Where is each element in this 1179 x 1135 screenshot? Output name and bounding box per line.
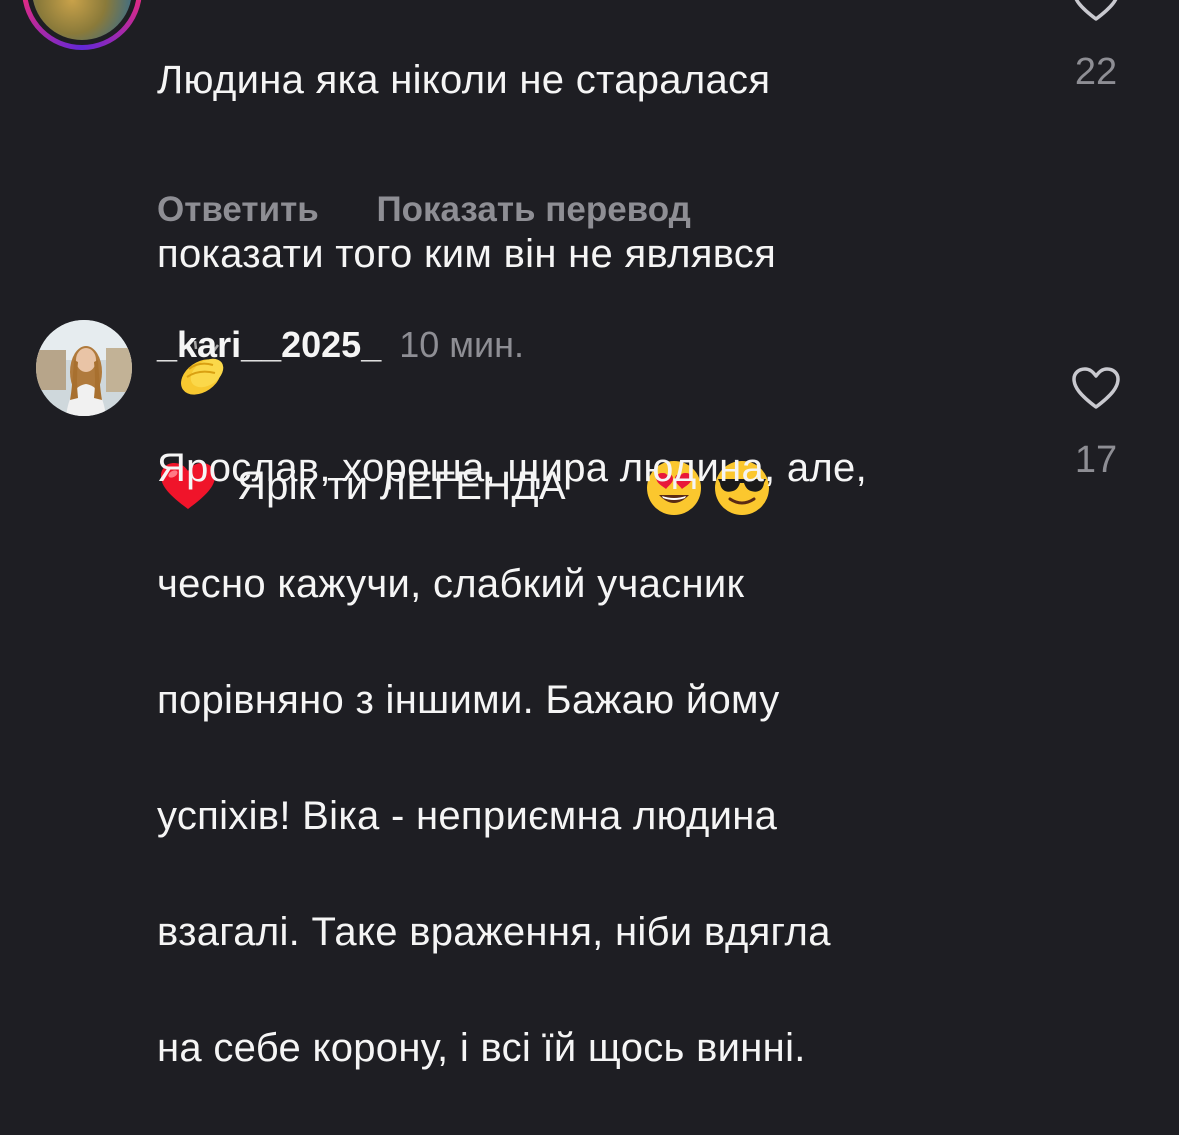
show-translation-button[interactable]: Показать перевод	[376, 190, 690, 229]
username[interactable]: _kari__2025_	[157, 324, 381, 365]
avatar-photo-icon	[36, 320, 132, 416]
comment-meta: _kari__2025_ 10 мин.	[157, 324, 524, 366]
comment-line: показати того ким він не являвся	[157, 232, 777, 276]
comment-line: порівняно з іншими. Бажаю йому	[157, 678, 780, 722]
like-group: 17	[1068, 366, 1124, 482]
like-count: 17	[1074, 439, 1118, 481]
like-count: 22	[1074, 51, 1118, 93]
comment-line: чесно кажучи, слабкий учасник	[157, 562, 745, 606]
heart-outline-icon[interactable]	[1071, 0, 1121, 22]
comment-line: Ярослав, хороша, щира людина, але,	[157, 446, 868, 490]
avatar	[32, 0, 132, 40]
comment-line: Людина яка ніколи не старалася	[157, 58, 771, 102]
timestamp: 10 мин.	[399, 324, 525, 365]
heart-outline-icon[interactable]	[1071, 366, 1121, 410]
avatar-story-ring[interactable]	[22, 0, 142, 50]
comment-line: взагалі. Таке враження, ніби вдягла	[157, 910, 831, 954]
comment-text: Ярослав, хороша, щира людина, але, чесно…	[157, 381, 1017, 1135]
like-group: 22	[1068, 0, 1124, 94]
comment-line: успіхів! Віка - неприємна людина	[157, 794, 778, 838]
reply-button[interactable]: Ответить	[157, 190, 319, 229]
comment-line: на себе корону, і всі їй щось винні.	[157, 1026, 806, 1070]
avatar[interactable]	[36, 320, 132, 416]
comment-actions: Ответить Показать перевод	[157, 190, 739, 230]
